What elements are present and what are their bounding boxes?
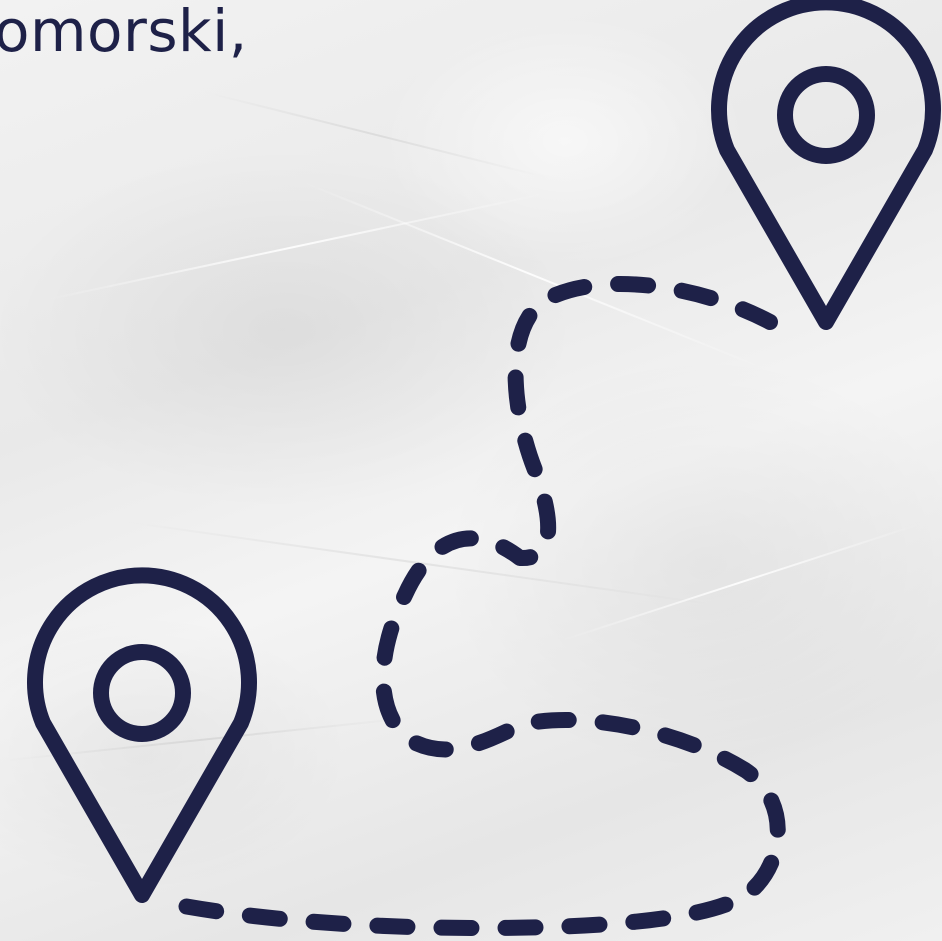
route-illustration: [27, 0, 941, 936]
start-location-pin-icon: [27, 567, 257, 903]
end-location-pin-icon: [711, 0, 941, 330]
dashed-route-path: [170, 276, 786, 936]
